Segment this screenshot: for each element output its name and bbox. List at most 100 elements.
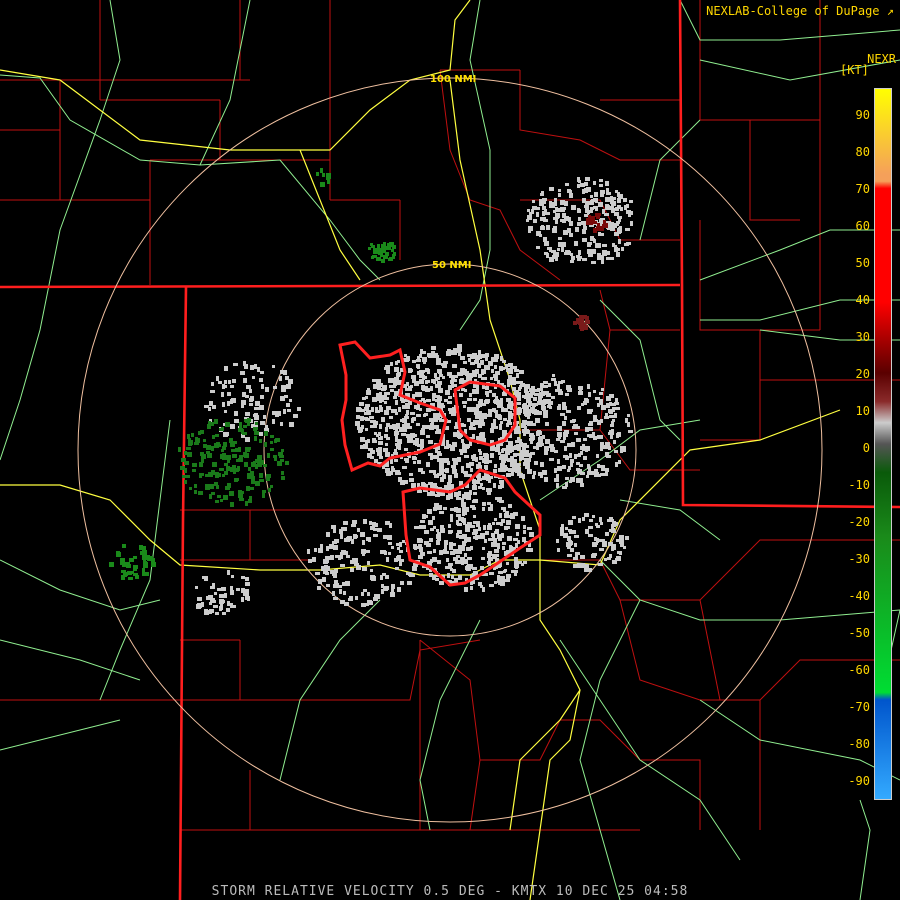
radar-echoes [109, 168, 633, 615]
echo-pixel [270, 435, 274, 438]
echo-pixel [458, 351, 461, 356]
echo-pixel [380, 436, 383, 440]
echo-pixel [515, 564, 518, 569]
echo-pixel [473, 398, 477, 401]
echo-pixel [560, 527, 563, 532]
echo-pixel [423, 414, 426, 417]
echo-pixel [461, 439, 464, 443]
echo-pixel [200, 452, 204, 456]
echo-pixel [316, 172, 319, 176]
colorbar-tick-label: -70 [848, 700, 870, 714]
echo-pixel [218, 444, 221, 447]
echo-pixel [190, 440, 193, 445]
colorbar-tick-label: 60 [855, 219, 870, 233]
echo-pixel [585, 177, 590, 181]
echo-pixel [499, 425, 502, 430]
echo-pixel [330, 570, 334, 574]
echo-pixel [560, 440, 565, 443]
echo-pixel [399, 542, 402, 545]
echo-pixel [541, 405, 545, 410]
echo-pixel [438, 369, 442, 374]
echo-pixel [255, 422, 258, 425]
echo-pixel [461, 517, 464, 522]
echo-pixel [439, 453, 442, 456]
echo-pixel [570, 260, 574, 263]
echo-pixel [591, 554, 596, 558]
echo-pixel [517, 408, 522, 413]
echo-pixel [120, 562, 124, 565]
echo-pixel [556, 483, 559, 488]
echo-pixel [484, 539, 487, 543]
county-borders [0, 0, 900, 831]
echo-pixel [546, 253, 549, 258]
echo-pixel [420, 520, 425, 523]
echo-pixel [214, 482, 218, 486]
echo-pixel [419, 379, 424, 384]
echo-pixel [243, 361, 246, 366]
echo-pixel [203, 444, 207, 448]
echo-pixel [531, 408, 534, 412]
echo-pixel [513, 387, 516, 390]
echo-pixel [492, 522, 495, 525]
echo-pixel [394, 368, 399, 372]
echo-pixel [377, 379, 381, 383]
echo-pixel [211, 446, 214, 451]
colorbar-tick-label: -90 [848, 774, 870, 788]
echo-pixel [462, 401, 467, 404]
echo-pixel [416, 414, 421, 417]
echo-pixel [458, 545, 462, 550]
echo-pixel [490, 448, 495, 451]
echo-pixel [329, 544, 334, 549]
echo-pixel [582, 238, 587, 242]
echo-pixel [213, 605, 218, 608]
echo-pixel [386, 557, 389, 562]
echo-pixel [252, 376, 255, 379]
echo-pixel [199, 473, 202, 478]
echo-pixel [435, 448, 438, 453]
echo-pixel [406, 382, 409, 386]
echo-pixel [435, 378, 438, 381]
echo-pixel [140, 551, 143, 555]
echo-pixel [495, 554, 499, 557]
echo-pixel [245, 593, 249, 597]
echo-pixel [517, 463, 521, 466]
echo-pixel [469, 376, 472, 379]
echo-pixel [516, 532, 519, 536]
echo-pixel [452, 458, 457, 461]
echo-pixel [588, 392, 591, 397]
echo-pixel [247, 418, 251, 422]
echo-pixel [396, 446, 400, 449]
echo-pixel [248, 467, 251, 471]
echo-pixel [386, 406, 391, 410]
echo-pixel [244, 419, 247, 422]
echo-pixel [509, 442, 513, 446]
echo-pixel [558, 193, 561, 197]
echo-pixel [230, 502, 234, 507]
echo-pixel [394, 391, 398, 396]
echo-pixel [244, 462, 248, 467]
echo-pixel [391, 466, 394, 470]
echo-pixel [394, 558, 398, 562]
echo-pixel [497, 534, 502, 539]
echo-pixel [473, 482, 476, 485]
echo-pixel [222, 402, 225, 407]
echo-pixel [444, 485, 449, 490]
echo-pixel [593, 542, 598, 545]
echo-pixel [574, 543, 577, 547]
echo-pixel [583, 456, 587, 460]
echo-pixel [388, 552, 391, 555]
echo-pixel [549, 247, 552, 252]
echo-pixel [412, 417, 416, 421]
echo-pixel [432, 483, 437, 487]
echo-pixel [595, 523, 598, 526]
echo-pixel [286, 403, 290, 407]
echo-pixel [537, 430, 541, 433]
echo-pixel [232, 379, 236, 383]
echo-pixel [617, 432, 621, 437]
echo-pixel [383, 535, 388, 539]
echo-pixel [526, 219, 529, 222]
echo-pixel [297, 407, 301, 411]
echo-pixel [593, 181, 596, 185]
echo-pixel [234, 478, 238, 482]
echo-pixel [503, 418, 507, 421]
